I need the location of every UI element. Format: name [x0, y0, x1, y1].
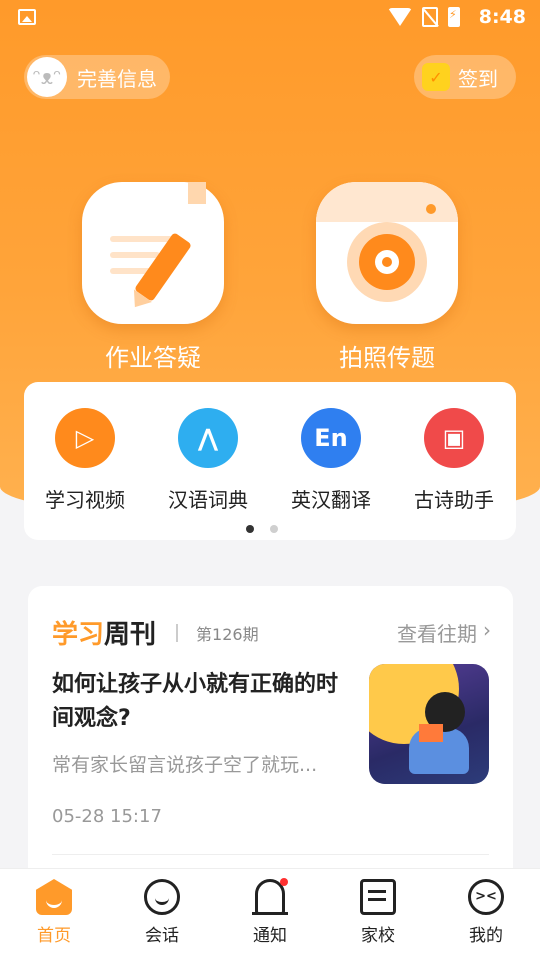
chat-icon — [144, 879, 180, 915]
photo-question-label: 拍照传题 — [339, 344, 435, 372]
checkin-label: 签到 — [458, 66, 498, 91]
compass-icon: ⋀ — [178, 408, 238, 468]
tab-label: 首页 — [37, 926, 71, 946]
article-time: 05-28 15:17 — [52, 806, 162, 827]
tab-label: 通知 — [253, 926, 287, 946]
status-time: 8:48 — [478, 6, 526, 28]
chevron-right-icon[interactable]: › — [483, 618, 491, 642]
translate-icon: En — [301, 408, 361, 468]
checkin-button[interactable]: ✓ 签到 — [414, 55, 516, 99]
calendar-check-icon: ✓ — [422, 63, 450, 91]
tool-label: 汉语词典 — [168, 488, 248, 512]
divider — [176, 623, 179, 642]
homework-help-label: 作业答疑 — [105, 344, 201, 372]
homework-help-button[interactable] — [82, 182, 224, 324]
weekly-title-accent: 学习 — [52, 620, 105, 650]
weekly-header: 学习 周刊 第126期 — [52, 614, 259, 651]
tab-label: 会话 — [145, 926, 179, 946]
battery-charging-icon — [448, 7, 460, 27]
tab-home[interactable]: 首页 — [14, 879, 94, 946]
message-icon — [360, 879, 396, 915]
status-bar: 8:48 — [0, 0, 540, 36]
bell-icon — [252, 878, 288, 915]
status-icons — [388, 7, 460, 27]
article-thumbnail[interactable] — [369, 664, 489, 784]
photo-question-button[interactable] — [316, 182, 458, 324]
book-icon: ▣ — [424, 408, 484, 468]
play-bubble-icon: ▷ — [55, 408, 115, 468]
tool-dictionary[interactable]: ⋀ 汉语词典 — [153, 408, 263, 513]
notification-badge — [280, 878, 288, 886]
tool-label: 学习视频 — [45, 488, 125, 512]
tab-label: 我的 — [469, 926, 503, 946]
page-dot — [270, 525, 278, 533]
home-icon — [36, 879, 72, 915]
profile-face-icon: >< — [468, 879, 504, 915]
page-dot-active — [246, 525, 254, 533]
tab-me[interactable]: >< 我的 — [446, 879, 526, 946]
weekly-title: 周刊 — [104, 620, 157, 650]
tools-panel: ▷ 学习视频 ⋀ 汉语词典 En 英汉翻译 ▣ 古诗助手 — [24, 382, 516, 540]
no-sim-icon — [422, 7, 438, 27]
tool-poem-assistant[interactable]: ▣ 古诗助手 — [399, 408, 509, 513]
weekly-card: 学习 周刊 第126期 查看往期 › 如何让孩子从小就有正确的时间观念? 常有家… — [28, 586, 513, 886]
tool-study-video[interactable]: ▷ 学习视频 — [30, 408, 140, 513]
article-title[interactable]: 如何让孩子从小就有正确的时间观念? — [52, 668, 352, 736]
camera-top — [316, 182, 458, 222]
tool-translate[interactable]: En 英汉翻译 — [276, 408, 386, 513]
article-summary: 常有家长留言说孩子空了就玩... — [52, 754, 318, 776]
tab-chat[interactable]: 会话 — [122, 879, 202, 946]
divider — [52, 854, 489, 855]
page-indicator — [246, 525, 278, 533]
tool-label: 古诗助手 — [414, 488, 494, 512]
weekly-issue: 第126期 — [196, 624, 259, 644]
tab-notifications[interactable]: 通知 — [230, 878, 310, 946]
bookmark-icon — [188, 182, 206, 204]
tab-label: 家校 — [361, 926, 395, 946]
tool-label: 英汉翻译 — [291, 488, 371, 512]
avatar: ᵔᴥᵔ — [27, 57, 67, 97]
complete-profile-button[interactable]: ᵔᴥᵔ 完善信息 — [24, 55, 170, 99]
camera-flash-dot — [426, 204, 436, 214]
tab-school[interactable]: 家校 — [338, 879, 418, 946]
complete-profile-label: 完善信息 — [77, 66, 157, 91]
camera-icon — [347, 222, 427, 302]
image-icon — [18, 9, 36, 25]
view-past-issues-link[interactable]: 查看往期 — [397, 618, 477, 647]
wifi-icon — [388, 8, 412, 26]
bottom-tab-bar: 首页 会话 通知 家校 >< 我的 — [0, 868, 540, 961]
